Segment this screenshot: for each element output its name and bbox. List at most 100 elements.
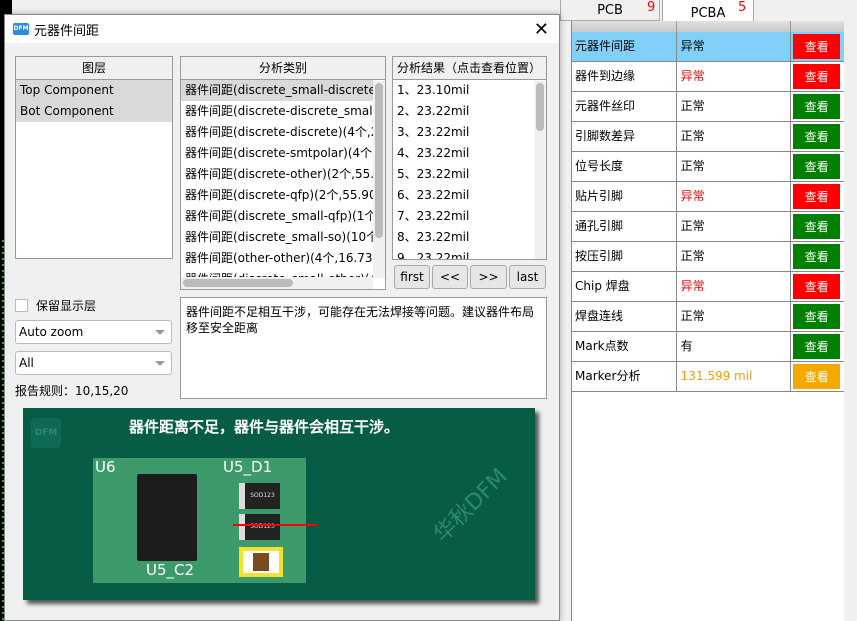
check-row[interactable]: Marker分析 131.599 mil 查看 — [572, 362, 844, 392]
category-item[interactable]: 器件间距(discrete-smtpolar)(4个,2 — [181, 143, 373, 164]
category-item[interactable]: 器件间距(discrete-discrete_small)( — [181, 101, 373, 122]
result-item[interactable]: 8、23.22mil — [393, 227, 546, 248]
check-name: 器件到边缘 — [572, 62, 677, 91]
keep-layer-checkbox[interactable]: 保留显示层 — [15, 297, 96, 314]
capacitor — [239, 547, 283, 577]
check-status: 异常 — [677, 182, 792, 211]
check-status: 异常 — [677, 32, 792, 61]
check-name: 位号长度 — [572, 152, 677, 181]
view-button[interactable]: 查看 — [793, 274, 841, 299]
check-row[interactable]: 引脚数差异 正常 查看 — [572, 122, 844, 152]
view-button[interactable]: 查看 — [793, 94, 841, 119]
category-vertical-scrollbar[interactable] — [373, 81, 385, 278]
check-row[interactable]: 按压引脚 正常 查看 — [572, 242, 844, 272]
zoom-select[interactable]: Auto zoom — [15, 320, 172, 344]
layer-list: 图层 Top Component Bot Component — [15, 56, 173, 259]
chevron-down-icon — [155, 361, 165, 366]
watermark-text: 华秋DFM — [429, 464, 513, 548]
check-row[interactable]: 器件到边缘 异常 查看 — [572, 62, 844, 92]
next-button[interactable]: >> — [470, 265, 507, 289]
result-item[interactable]: 6、23.22mil — [393, 185, 546, 206]
check-status: 正常 — [677, 302, 792, 331]
result-item[interactable]: 5、23.22mil — [393, 164, 546, 185]
tab-label: PCB — [597, 3, 623, 18]
last-button[interactable]: last — [509, 265, 546, 289]
category-item[interactable]: 器件间距(discrete-discrete)(4个,25 — [181, 122, 373, 143]
check-status: 正常 — [677, 212, 792, 241]
layer-item[interactable]: Top Component — [16, 80, 172, 101]
check-status: 正常 — [677, 122, 792, 151]
result-item[interactable]: 4、23.22mil — [393, 143, 546, 164]
filter-select[interactable]: All — [15, 351, 172, 375]
label-u5-c2: U5_C2 — [146, 561, 195, 579]
view-button[interactable]: 查看 — [793, 364, 841, 389]
tab-pcba[interactable]: PCBA 5 — [662, 0, 754, 22]
check-name: 焊盘连线 — [572, 302, 677, 331]
category-item[interactable]: 器件间距(discrete_small-qfp)(1个, — [181, 206, 373, 227]
result-item[interactable]: 3、23.22mil — [393, 122, 546, 143]
category-item[interactable]: 器件间距(other-other)(4个,16.73m — [181, 248, 373, 269]
check-row[interactable]: 位号长度 正常 查看 — [572, 152, 844, 182]
illustration-caption: 器件距离不足，器件与器件会相互干涉。 — [128, 418, 399, 436]
check-status: 异常 — [677, 62, 792, 91]
category-horizontal-scrollbar[interactable] — [181, 277, 373, 289]
view-button[interactable]: 查看 — [793, 34, 841, 59]
check-row[interactable]: 通孔引脚 正常 查看 — [572, 212, 844, 242]
spacing-arrow — [233, 524, 318, 526]
view-button[interactable]: 查看 — [793, 154, 841, 179]
result-item[interactable]: 7、23.22mil — [393, 206, 546, 227]
category-item[interactable]: 器件间距(discrete-qfp)(2个,55.90m — [181, 185, 373, 206]
category-item[interactable]: 器件间距(discrete_small-discrete_ — [181, 80, 373, 101]
view-button[interactable]: 查看 — [793, 184, 841, 209]
chevron-down-icon — [155, 330, 165, 335]
check-row[interactable]: Mark点数有查看 — [572, 332, 844, 362]
component-spacing-dialog: DFM 元器件间距 ✕ 图层 Top Component Bot Compone… — [4, 14, 560, 621]
result-item[interactable]: 9、23.22mil — [393, 248, 546, 259]
view-button[interactable]: 查看 — [793, 64, 841, 89]
check-status: 正常 — [677, 242, 792, 271]
layer-item[interactable]: Bot Component — [16, 101, 172, 122]
pcb-illustration: U6 U5_D1 U5_C2 SOD123 SOD123 — [93, 458, 318, 583]
category-list: 分析类别 器件间距(discrete_small-discrete_ 器件间距(d… — [180, 56, 386, 290]
checkbox-box[interactable] — [15, 299, 28, 312]
category-list-header: 分析类别 — [181, 57, 385, 80]
prev-button[interactable]: << — [432, 265, 468, 289]
result-item[interactable]: 1、23.10mil — [393, 80, 546, 101]
check-status: 有 — [677, 332, 792, 361]
view-button[interactable]: 查看 — [793, 244, 841, 269]
check-name: Marker分析 — [572, 362, 677, 391]
view-button[interactable]: 查看 — [793, 124, 841, 149]
diode-1: SOD123 — [239, 483, 280, 509]
check-row[interactable]: 贴片引脚 异常 查看 — [572, 182, 844, 212]
close-icon[interactable]: ✕ — [534, 19, 549, 40]
tab-label: PCBA — [690, 6, 726, 21]
category-item[interactable]: 器件间距(discrete_small-so)(10个, — [181, 227, 373, 248]
check-table: 元器件间距 异常 查看 器件到边缘 异常 查看 元器件丝印 正常 查看 引脚数差异 正常 查看 位号长度… — [571, 21, 844, 621]
check-row[interactable]: 焊盘连线 正常 查看 — [572, 302, 844, 332]
check-row[interactable]: Chip 焊盘 异常 查看 — [572, 272, 844, 302]
check-name: 贴片引脚 — [572, 182, 677, 211]
category-item[interactable]: 器件间距(discrete-other)(2个,55.7 — [181, 164, 373, 185]
check-name: 元器件丝印 — [572, 92, 677, 121]
view-button[interactable]: 查看 — [793, 214, 841, 239]
result-vertical-scrollbar[interactable] — [534, 81, 546, 259]
check-name: 通孔引脚 — [572, 212, 677, 241]
check-row[interactable]: 元器件间距 异常 查看 — [572, 32, 844, 62]
check-status: 异常 — [677, 272, 792, 301]
check-status: 正常 — [677, 92, 792, 121]
result-list: 分析结果（点击查看位置） 1、23.10mil 2、23.22mil 3、23.22… — [392, 56, 547, 260]
filter-value: All — [19, 356, 34, 370]
tab-count: 9 — [647, 0, 656, 15]
dfm-logo-icon: DFM — [13, 23, 29, 35]
tab-pcb[interactable]: PCB 9 — [560, 0, 660, 21]
first-button[interactable]: first — [394, 265, 430, 289]
view-button[interactable]: 查看 — [793, 334, 841, 359]
result-item[interactable]: 2、23.22mil — [393, 101, 546, 122]
label-u6: U6 — [95, 458, 116, 476]
check-row[interactable]: 元器件丝印 正常 查看 — [572, 92, 844, 122]
check-name: Chip 焊盘 — [572, 272, 677, 301]
view-button[interactable]: 查看 — [793, 304, 841, 329]
ic-chip — [137, 474, 197, 561]
check-name: 引脚数差异 — [572, 122, 677, 151]
table-header — [572, 21, 844, 32]
